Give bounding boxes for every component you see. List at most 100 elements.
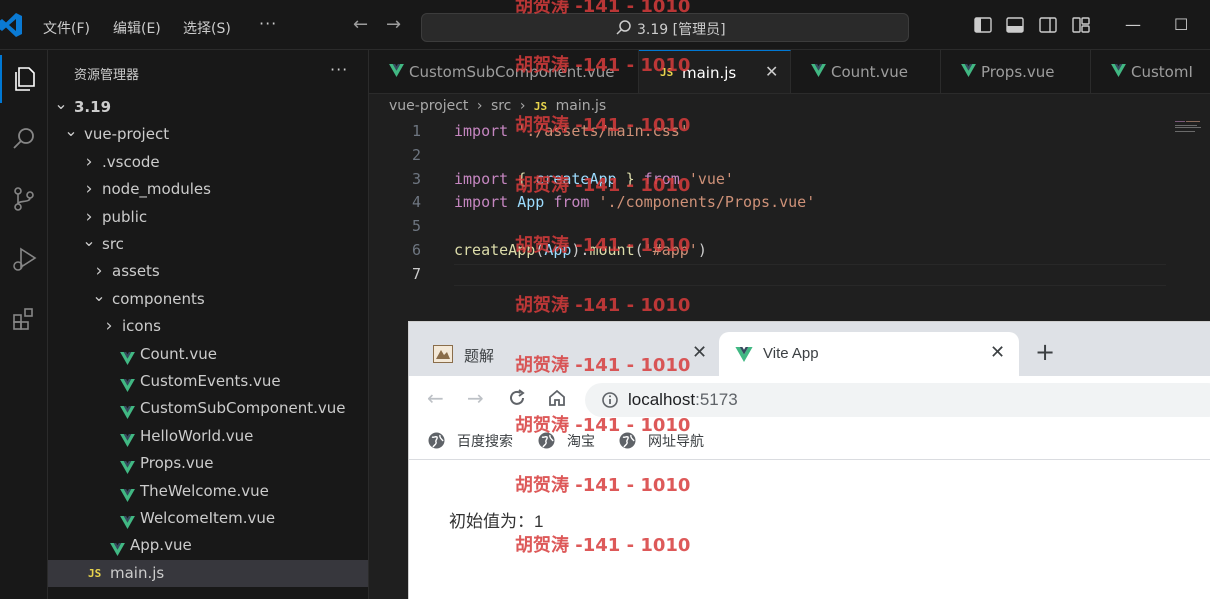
code-editor[interactable]: 1 2 3 4 5 6 7 import './assets/main.css'… [369,118,1210,322]
tree-item[interactable]: › .vscode [48,149,368,176]
breadcrumb-item[interactable]: vue-project [389,98,468,114]
tree-item[interactable]: ⌄ src [48,231,368,258]
close-icon[interactable]: ✕ [990,342,1005,363]
watermark-text: 胡贺涛 -141 - 1010 [515,415,691,436]
watermark-text: 胡贺涛 -141 - 1010 [515,55,691,76]
tree-item-label: public [102,207,148,226]
tree-item[interactable]: › public [48,204,368,231]
minimize-icon[interactable]: — [1125,15,1141,34]
tree-item-label: TheWelcome.vue [140,481,269,500]
tree-item-label: Props.vue [140,454,214,473]
chevron-down-icon[interactable]: ⌄ [64,117,78,144]
tab-favicon-icon [433,345,453,363]
line-number: 6 [411,241,421,259]
tree-item[interactable]: HelloWorld.vue [48,423,368,450]
current-line-highlight [454,264,1166,286]
chevron-down-icon[interactable]: ⌄ [92,282,106,309]
tab-props-vue[interactable]: Props.vue [941,50,1091,93]
tree-item-label: main.js [110,563,165,582]
tree-item[interactable]: › node_modules [48,176,368,203]
tree-item-label: App.vue [130,536,192,555]
menu-selection[interactable]: 选择(S) [183,18,231,38]
breadcrumb-separator: › [476,98,483,114]
tree-item[interactable]: ⌄ 3.19 [48,94,368,121]
tree-item[interactable]: ⌄ vue-project [48,121,368,148]
menu-more-button[interactable]: ··· [259,14,277,33]
tree-item[interactable]: CustomSubComponent.vue [48,395,368,422]
breadcrumb-item[interactable]: src [491,98,511,114]
new-tab-button[interactable]: + [1035,338,1055,366]
watermark-text: 胡贺涛 -141 - 1010 [515,115,691,136]
tree-item[interactable]: App.vue [48,532,368,559]
toggle-primary-sidebar-icon[interactable] [974,17,992,33]
watermark-text: 胡贺涛 -141 - 1010 [515,295,691,316]
chevron-right-icon[interactable]: › [82,149,96,176]
vue-file-icon [389,64,404,77]
js-file-icon: JS [88,566,102,580]
explorer-more-button[interactable]: ··· [330,60,348,79]
reload-icon[interactable] [507,388,527,408]
tree-item-label: CustomEvents.vue [140,372,281,390]
run-debug-icon[interactable] [0,235,48,283]
tab-label: CustomI [1131,63,1193,81]
chevron-down-icon[interactable]: ⌄ [54,90,68,117]
chevron-down-icon[interactable]: ⌄ [82,227,96,254]
site-info-icon[interactable] [601,391,619,409]
url-text: localhost:5173 [628,390,738,409]
forward-arrow-icon[interactable]: → [386,14,401,35]
line-number: 5 [411,217,421,235]
explorer-title: 资源管理器 [74,68,140,83]
tree-item-label: .vscode [102,152,160,171]
tree-item[interactable]: Props.vue [48,450,368,477]
search-view-icon[interactable] [0,115,48,163]
tree-item[interactable]: JS main.js [48,559,368,587]
source-control-icon[interactable] [0,175,48,223]
tree-item-label: src [102,235,124,253]
forward-arrow-icon[interactable]: → [467,386,484,410]
watermark-text: 胡贺涛 -141 - 1010 [515,475,691,496]
tab-customi[interactable]: CustomI [1091,50,1210,93]
toggle-secondary-sidebar-icon[interactable] [1039,17,1057,33]
tree-item[interactable]: WelcomeItem.vue [48,505,368,532]
tab-label: Props.vue [981,63,1055,81]
explorer-icon[interactable] [0,55,48,103]
line-number: 7 [411,265,421,283]
close-icon[interactable]: ✕ [765,62,778,81]
maximize-icon[interactable]: ☐ [1174,15,1188,34]
close-icon[interactable]: ✕ [692,342,707,363]
tab-count-vue[interactable]: Count.vue [791,50,941,93]
tree-item-label: node_modules [102,180,211,199]
tree-item[interactable]: Count.vue [48,341,368,368]
globe-icon [428,432,445,449]
tree-item[interactable]: › icons [48,313,368,340]
watermark-text: 胡贺涛 -141 - 1010 [515,235,691,256]
browser-tab-vite-app[interactable]: Vite App ✕ [719,332,1019,376]
tree-item[interactable]: ⌄ components [48,286,368,313]
tree-item[interactable]: TheWelcome.vue [48,478,368,505]
toggle-panel-icon[interactable] [1006,17,1024,33]
extensions-icon[interactable] [0,295,48,343]
line-number: 3 [411,170,421,188]
tree-item-label: assets [112,262,160,281]
tree-item-label: vue-project [84,125,170,144]
vue-file-icon [811,64,826,77]
chevron-right-icon[interactable]: › [82,176,96,203]
tree-item-label: icons [122,317,161,336]
menu-file[interactable]: 文件(F) [43,18,90,38]
menu-edit[interactable]: 编辑(E) [113,18,161,38]
back-arrow-icon[interactable]: ← [427,386,444,410]
chevron-right-icon[interactable]: › [102,313,116,340]
watermark-text: 胡贺涛 -141 - 1010 [515,175,691,196]
back-arrow-icon[interactable]: ← [353,14,368,35]
minimap[interactable] [1175,120,1205,132]
watermark-text: 胡贺涛 -141 - 1010 [515,355,691,376]
tree-item-label: Count.vue [140,344,217,363]
home-icon[interactable] [547,388,567,408]
browser-tab-label: 题解 [464,348,495,365]
tree-item[interactable]: CustomEvents.vue [48,368,368,395]
tree-item-label: HelloWorld.vue [140,426,254,445]
line-number: 1 [411,122,421,140]
vscode-logo-icon[interactable] [0,12,22,38]
editor-tabs: CustomSubComponent.vue JS main.js ✕ Coun… [369,50,1210,94]
customize-layout-icon[interactable] [1072,17,1090,33]
